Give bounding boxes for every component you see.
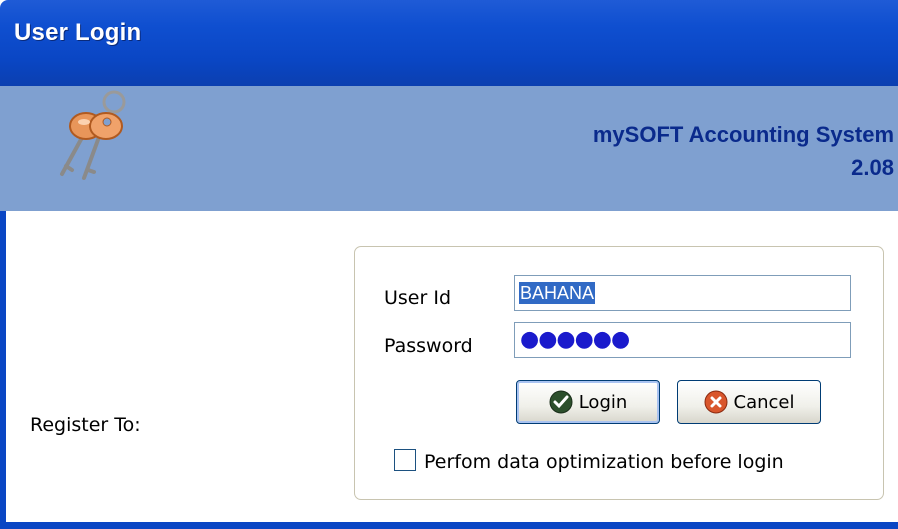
close-icon (704, 390, 727, 414)
user-id-value: BAHANA (519, 282, 596, 304)
optimize-checkbox[interactable] (394, 449, 416, 471)
window-title: User Login (14, 19, 142, 46)
register-to-label: Register To: (30, 414, 141, 436)
app-version: 2.08 (851, 155, 894, 180)
checkmark-icon (549, 390, 573, 414)
user-id-input[interactable]: BAHANA (514, 275, 851, 311)
keys-icon (60, 90, 126, 180)
login-button[interactable]: Login (516, 380, 660, 424)
password-mask: ●●●●●● (520, 327, 630, 352)
app-name: mySOFT Accounting System (592, 122, 894, 147)
window-border-bottom (0, 522, 898, 529)
login-label: Login (578, 391, 628, 413)
optimize-label[interactable]: Perfom data optimization before login (424, 451, 784, 473)
window-border-left (0, 211, 6, 529)
password-label: Password (384, 335, 473, 357)
password-input[interactable]: ●●●●●● (514, 322, 851, 358)
cancel-button[interactable]: Cancel (677, 380, 821, 424)
title-bar[interactable]: User Login (0, 0, 898, 86)
user-id-label: User Id (384, 287, 452, 309)
cancel-label: Cancel (733, 391, 795, 413)
